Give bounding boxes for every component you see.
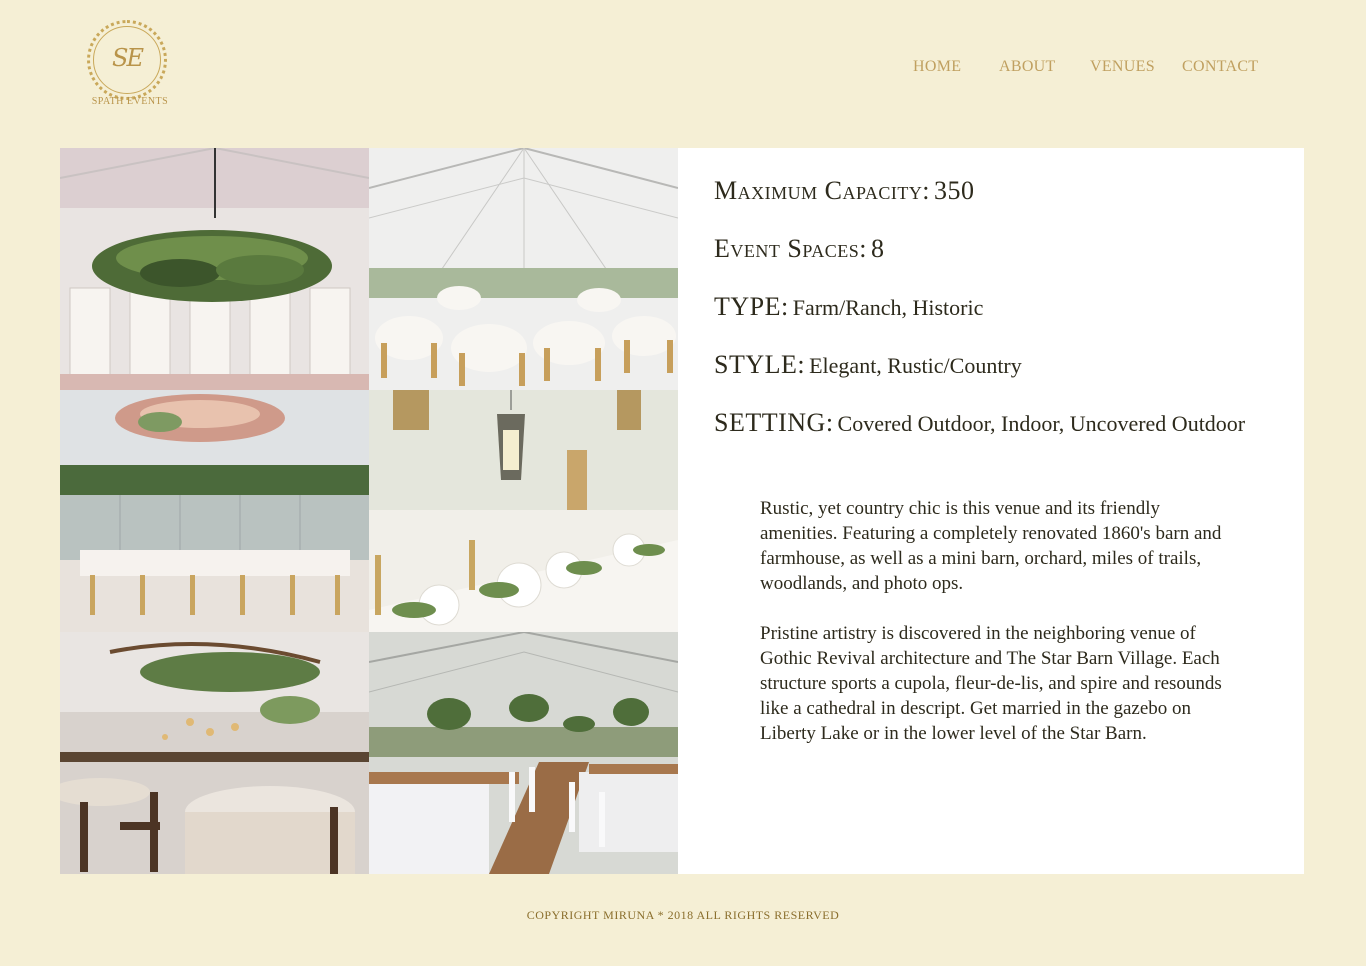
event-spaces-label: Event Spaces: [714,234,867,263]
style-label: STYLE: [714,350,806,379]
setting-label: SETTING: [714,408,834,437]
setting-row: SETTING: Covered Outdoor, Indoor, Uncove… [714,408,1245,438]
description-paragraph-2: Pristine artistry is discovered in the n… [760,623,1222,744]
nav-venues-link[interactable]: VENUES [1090,58,1155,76]
hanging-greenery-reception-photo[interactable] [60,632,369,874]
setting-value: Covered Outdoor, Indoor, Uncovered Outdo… [837,411,1246,436]
style-value: Elegant, Rustic/Country [809,353,1022,378]
event-spaces-value: 8 [870,234,885,263]
nav-home-link[interactable]: HOME [913,58,961,76]
logo-brand-name: SPATH EVENTS [91,96,169,107]
type-label: TYPE: [714,292,789,321]
brand-logo[interactable]: SE SPATH EVENTS [84,18,176,110]
site-footer: COPYRIGHT MIRUNA * 2018 ALL RIGHTS RESER… [526,908,840,922]
venue-info-panel: Maximum Capacity: 350 Event Spaces: 8 TY… [678,148,1304,874]
venue-photo-gallery [60,148,678,874]
nav-about-link[interactable]: ABOUT [999,58,1056,76]
main-nav: HOME ABOUT VENUES CONTACT [913,58,1262,82]
greenery-chandelier-photo[interactable] [60,148,369,390]
event-spaces-row: Event Spaces: 8 [714,234,884,264]
description-paragraph-1: Rustic, yet country chic is this venue a… [760,498,1222,594]
clear-tent-reception-photo[interactable] [369,148,678,390]
capacity-value: 350 [934,176,975,205]
lantern-tablescape-photo[interactable] [369,390,678,632]
type-value: Farm/Ranch, Historic [792,295,984,320]
nav-contact-link[interactable]: CONTACT [1182,58,1258,76]
floral-chandelier-tent-photo[interactable] [60,390,369,632]
logo-monogram: SE [112,44,144,72]
capacity-row: Maximum Capacity: 350 [714,176,975,206]
style-row: STYLE: Elegant, Rustic/Country [714,350,1022,380]
capacity-label: Maximum Capacity: [714,176,931,205]
type-row: TYPE: Farm/Ranch, Historic [714,292,983,322]
long-tables-tent-photo[interactable] [369,632,678,874]
